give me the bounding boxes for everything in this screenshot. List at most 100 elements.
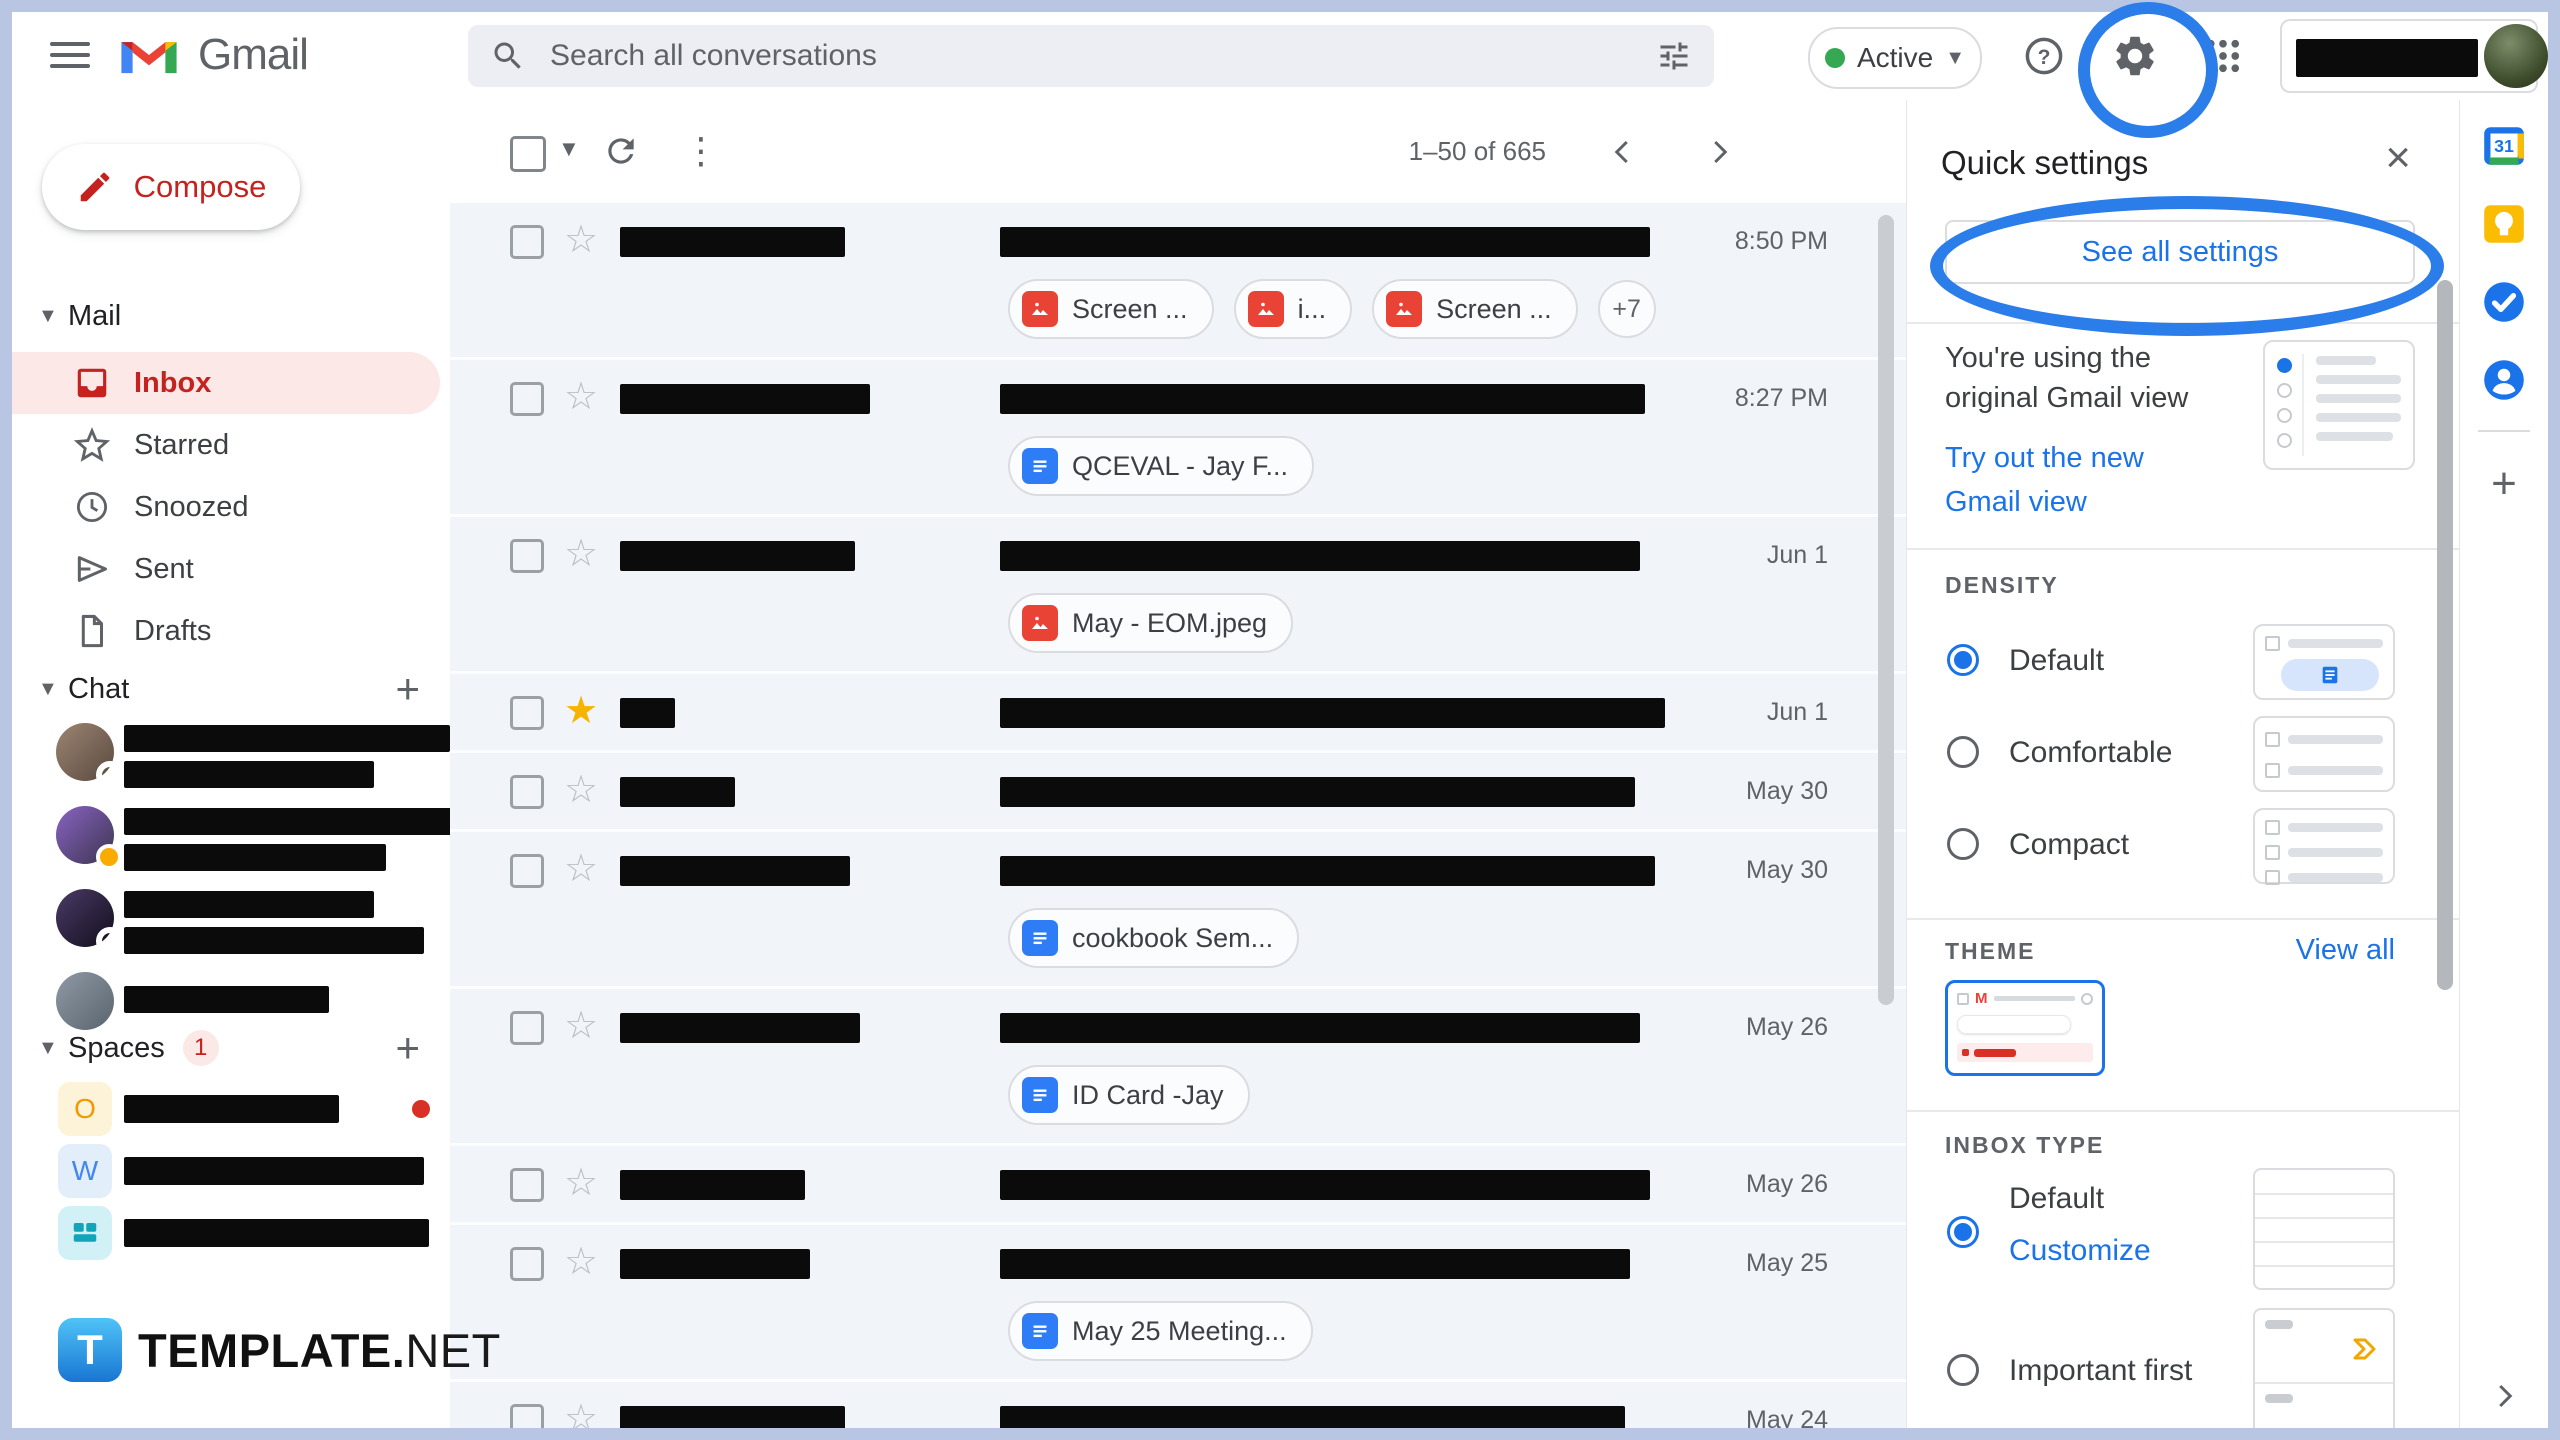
chat-contact[interactable] [12, 715, 450, 798]
attachment-chip[interactable]: ID Card -Jay [1008, 1065, 1250, 1125]
star-outline-icon[interactable]: ☆ [564, 1238, 598, 1287]
sidebar-item-drafts[interactable]: Drafts [12, 600, 440, 662]
calendar-icon[interactable]: 31 [2478, 120, 2530, 172]
star-outline-icon[interactable]: ☆ [564, 845, 598, 894]
radio-selected[interactable] [1947, 644, 1979, 676]
sidebar-item-sent[interactable]: Sent [12, 538, 440, 600]
email-row[interactable]: ☆Jun 1May - EOM.jpeg [450, 517, 1906, 674]
email-checkbox[interactable] [510, 225, 544, 259]
sidebar-item-inbox[interactable]: Inbox [12, 352, 440, 414]
more-options-icon[interactable]: ⋮ [678, 128, 724, 174]
tune-icon[interactable] [1656, 38, 1692, 74]
chat-contact[interactable] [12, 881, 450, 964]
select-all-checkbox[interactable] [510, 136, 546, 172]
sidebar-item-snoozed[interactable]: Snoozed [12, 476, 440, 538]
star-filled-icon[interactable]: ★ [564, 687, 598, 736]
try-new-view-link-line2[interactable]: Gmail view [1945, 482, 2087, 522]
email-checkbox[interactable] [510, 539, 544, 573]
new-space-button[interactable]: + [395, 1027, 420, 1069]
account-chip[interactable] [2280, 19, 2538, 93]
star-outline-icon[interactable]: ☆ [564, 766, 598, 815]
density-option-comfortable[interactable]: Comfortable [1907, 714, 2459, 794]
attachment-chip[interactable]: Screen ... [1008, 279, 1214, 339]
email-row[interactable]: ☆May 30cookbook Sem... [450, 832, 1906, 989]
expand-panel-icon[interactable] [2478, 1370, 2530, 1422]
theme-view-all-link[interactable]: View all [2296, 934, 2395, 967]
email-row[interactable]: ★Jun 1 [450, 674, 1906, 753]
theme-thumbnail[interactable]: M [1945, 980, 2105, 1076]
attachment-chip[interactable]: QCEVAL - Jay F... [1008, 436, 1314, 496]
docs-attachment-icon [1022, 1077, 1058, 1113]
tasks-icon[interactable] [2478, 276, 2530, 328]
spaces-section-header[interactable]: ▼ Spaces 1 + [12, 1022, 450, 1074]
email-checkbox[interactable] [510, 1168, 544, 1202]
star-outline-icon[interactable]: ☆ [564, 1395, 598, 1428]
template-net-logo-icon: T [58, 1318, 122, 1382]
help-icon[interactable]: ? [2019, 31, 2069, 81]
email-date: 8:50 PM [1735, 227, 1828, 256]
inbox-type-option-default[interactable]: DefaultCustomize [1907, 1168, 2459, 1298]
chat-section-header[interactable]: ▼ Chat + [12, 663, 450, 715]
radio-unselected[interactable] [1947, 736, 1979, 768]
compose-button[interactable]: Compose [42, 144, 300, 230]
radio-unselected[interactable] [1947, 828, 1979, 860]
space-item[interactable]: W [12, 1140, 450, 1202]
more-attachments-chip[interactable]: +7 [1598, 280, 1656, 338]
space-item[interactable]: O [12, 1078, 450, 1140]
density-option-default[interactable]: Default [1907, 622, 2459, 702]
star-outline-icon[interactable]: ☆ [564, 530, 598, 579]
list-scrollbar[interactable] [1878, 215, 1894, 1005]
inbox-type-option-important-first[interactable]: Important first [1907, 1312, 2459, 1428]
email-checkbox[interactable] [510, 1404, 544, 1428]
add-icon[interactable]: + [2478, 458, 2530, 510]
mail-section-header[interactable]: ▼ Mail [12, 290, 450, 342]
sidebar-item-starred[interactable]: Starred [12, 414, 440, 476]
email-row[interactable]: ☆ 8:27 PM QCEVAL - Jay F... [450, 360, 1906, 517]
account-avatar[interactable] [2484, 24, 2548, 88]
email-checkbox[interactable] [510, 382, 544, 416]
email-row[interactable]: ☆ 8:50 PM Screen ... i... Screen ... +7 [450, 203, 1906, 360]
email-row[interactable]: ☆May 25May 25 Meeting... [450, 1225, 1906, 1382]
panel-scrollbar[interactable] [2437, 280, 2453, 990]
attachment-chip[interactable]: May 25 Meeting... [1008, 1301, 1313, 1361]
star-outline-icon[interactable]: ☆ [564, 373, 598, 422]
email-row[interactable]: ☆May 26 [450, 1146, 1906, 1225]
email-checkbox[interactable] [510, 696, 544, 730]
email-row[interactable]: ☆May 30 [450, 753, 1906, 832]
attachment-chip[interactable]: May - EOM.jpeg [1008, 593, 1293, 653]
radio-unselected[interactable] [1947, 1354, 1979, 1386]
attachment-chip[interactable]: i... [1234, 279, 1353, 339]
chat-contact[interactable] [12, 798, 450, 881]
email-checkbox[interactable] [510, 854, 544, 888]
email-row[interactable]: ☆May 24 [450, 1382, 1906, 1428]
customize-link[interactable]: Customize [2009, 1234, 2151, 1268]
attachment-chip[interactable]: Screen ... [1372, 279, 1578, 339]
refresh-icon[interactable] [598, 128, 644, 174]
search-input[interactable]: Search all conversations [550, 39, 1656, 73]
email-checkbox[interactable] [510, 1011, 544, 1045]
email-date: 8:27 PM [1735, 384, 1828, 413]
star-outline-icon[interactable]: ☆ [564, 1159, 598, 1208]
newer-page-icon[interactable] [1608, 100, 1638, 203]
attachment-chip[interactable]: cookbook Sem... [1008, 908, 1299, 968]
density-option-compact[interactable]: Compact [1907, 806, 2459, 886]
attachment-label: i... [1298, 294, 1327, 325]
inbox-type-label: Important first [2009, 1354, 2192, 1388]
star-outline-icon[interactable]: ☆ [564, 216, 598, 265]
try-new-view-link-line1[interactable]: Try out the new [1945, 438, 2144, 478]
contacts-icon[interactable] [2478, 354, 2530, 406]
search-bar[interactable]: Search all conversations [468, 25, 1714, 87]
keep-icon[interactable] [2478, 198, 2530, 250]
space-item[interactable] [12, 1202, 450, 1264]
older-page-icon[interactable] [1704, 100, 1734, 203]
status-dropdown[interactable]: Active ▼ [1808, 27, 1982, 89]
email-row[interactable]: ☆May 26ID Card -Jay [450, 989, 1906, 1146]
star-outline-icon[interactable]: ☆ [564, 1002, 598, 1051]
radio-selected[interactable] [1947, 1216, 1979, 1248]
email-checkbox[interactable] [510, 1247, 544, 1281]
email-checkbox[interactable] [510, 775, 544, 809]
close-icon[interactable]: × [2385, 136, 2411, 180]
menu-icon[interactable] [50, 38, 90, 72]
select-dropdown-caret-icon[interactable]: ▼ [558, 136, 580, 162]
new-chat-button[interactable]: + [395, 668, 420, 710]
